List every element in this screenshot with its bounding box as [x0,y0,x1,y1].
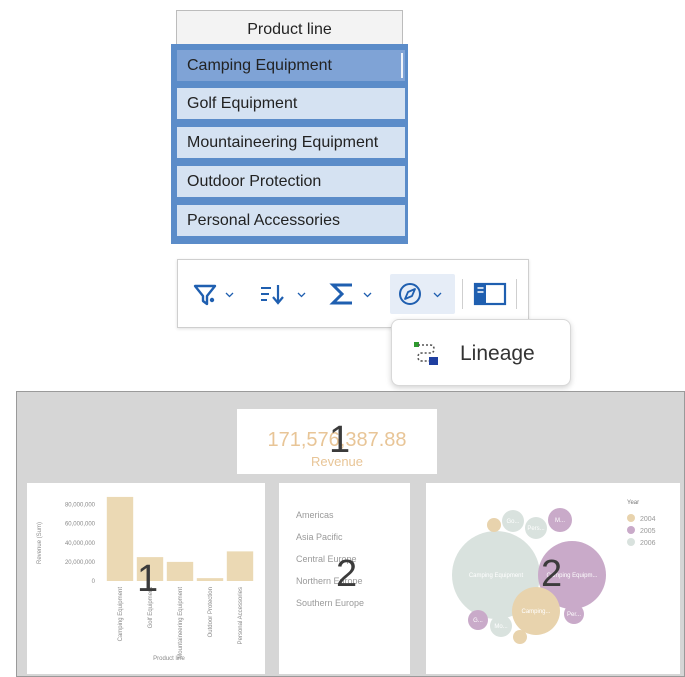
panel-layout-icon [473,282,507,306]
legend-title: Year [627,500,640,506]
bar[interactable] [226,551,254,581]
bubble-chart-card[interactable]: Camping Equipment Camping Equipm... Camp… [426,483,680,674]
bubble[interactable] [487,518,501,532]
x-tick-label: Personal Accessories [238,587,244,644]
chevron-down-icon [297,292,306,298]
screenshot-root: Product line Camping Equipment Golf Equi… [0,0,685,677]
filter-button[interactable] [192,274,242,314]
legend-item-2006[interactable]: 2006 [627,538,656,547]
bubble-label: Camping Equipment [469,573,524,579]
bar[interactable] [166,561,194,581]
legend-label: 2006 [640,540,656,547]
bubble-label: G... [473,618,483,624]
legend-label: 2005 [640,528,656,535]
toolbar-separator [462,279,463,309]
y-tick-label: 60,000,000 [65,522,96,528]
legend-item-2004[interactable]: 2004 [627,514,656,523]
summarize-button[interactable] [328,274,378,314]
legend-item-2005[interactable]: 2005 [627,526,656,535]
legend-swatch [627,526,635,534]
sort-button[interactable] [258,274,310,314]
summarize-icon [329,283,352,305]
product-line-list: Camping Equipment Golf Equipment Mountai… [171,44,408,244]
dashboard-canvas: 171,576,387.88 Revenue 1 80,000,000 60,00… [16,391,685,677]
overlay-number: 2 [336,553,358,595]
bar[interactable] [196,578,224,581]
explore-button[interactable] [390,274,455,314]
bar-chart-card[interactable]: 80,000,000 60,000,000 40,000,000 20,000,000… [27,483,265,674]
legend-swatch [627,514,635,522]
product-line-item-camping[interactable]: Camping Equipment [177,50,405,81]
y-tick-label: 40,000,000 [65,541,96,547]
y-tick-label: 20,000,000 [65,560,96,566]
bubble-label: Pers... [527,526,545,532]
legend-label: 2004 [640,516,656,523]
product-line-item-mountaineering[interactable]: Mountaineering Equipment [177,127,405,158]
sort-icon [261,285,284,305]
bubble-label: M... [555,518,565,524]
regions-card[interactable]: Americas Asia Pacific Central Europe Nor… [279,483,410,674]
region-item[interactable]: Southern Europe [296,598,364,608]
y-axis-label: Revenue (Sum) [37,522,43,564]
explore-menu: Lineage [391,319,571,386]
lineage-icon [414,342,438,365]
product-line-item-outdoor-protection[interactable]: Outdoor Protection [177,166,405,197]
filter-icon [193,284,217,306]
region-item[interactable]: Asia Pacific [296,532,343,542]
layout-button[interactable] [471,274,511,314]
compass-icon [399,283,421,305]
overlay-number: 1 [137,558,159,600]
visualization-toolbar [177,259,529,328]
product-line-item-personal-accessories[interactable]: Personal Accessories [177,205,405,236]
bubble-label: Mo... [494,624,508,630]
chevron-down-icon [225,292,234,298]
kpi-card[interactable]: 171,576,387.88 Revenue 1 [237,409,437,474]
x-tick-label: Outdoor Protection [208,587,214,637]
overlay-number: 1 [329,419,351,461]
x-tick-label: Mountaineering Equipment [178,587,184,659]
bubble-label: Per... [567,612,581,618]
bubble[interactable] [513,630,527,644]
region-item[interactable]: Americas [296,510,334,520]
chevron-down-icon [363,292,372,298]
y-tick-label: 80,000,000 [65,503,96,509]
lineage-label: Lineage [460,342,535,365]
overlay-number: 2 [541,553,563,595]
bubble-label: Camping... [521,609,550,615]
toolbar-separator [516,279,517,309]
bar[interactable] [106,496,134,581]
x-axis-label: Product line [153,656,185,662]
x-tick-label: Camping Equipment [118,587,124,642]
legend-swatch [627,538,635,546]
chevron-down-icon [433,292,442,298]
product-line-header[interactable]: Product line [176,10,403,47]
lineage-menu-item[interactable]: Lineage [398,331,562,377]
y-tick-label: 0 [92,579,96,585]
product-line-item-golf[interactable]: Golf Equipment [177,88,405,119]
bubble-label: Go... [506,519,519,525]
